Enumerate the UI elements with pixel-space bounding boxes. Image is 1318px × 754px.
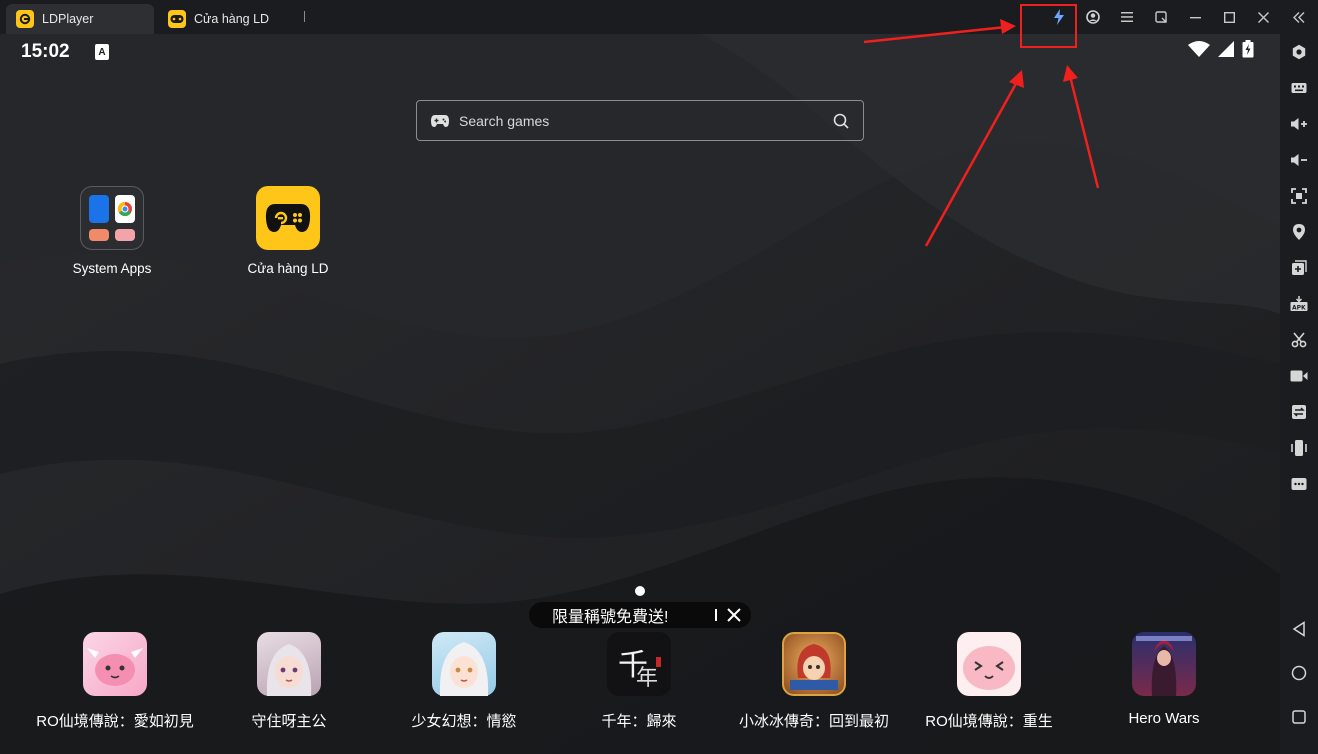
more-icon[interactable] [1289, 474, 1309, 494]
dock-app-label: RO仙境傳說：重生 [925, 713, 1053, 730]
close-icon[interactable] [727, 608, 741, 622]
game-icon [257, 632, 321, 696]
window-controls [1042, 0, 1318, 34]
close-icon[interactable] [1246, 0, 1280, 34]
game-icon [782, 632, 846, 696]
dock-app[interactable]: 小冰冰傳奇：回到最初 [729, 632, 899, 731]
files-app-icon [89, 229, 109, 241]
page-indicator [635, 586, 645, 596]
game-icon: 千年 [607, 632, 671, 696]
promo-divider [715, 609, 717, 621]
app-system-apps[interactable]: System Apps [47, 186, 177, 276]
account-icon[interactable] [1076, 0, 1110, 34]
dock-app-label: 小冰冰傳奇：回到最初 [738, 713, 889, 730]
app-store[interactable]: Cửa hàng LD [223, 186, 353, 276]
store-icon [168, 10, 186, 28]
gamepad-icon [256, 186, 320, 250]
game-icon [957, 632, 1021, 696]
app-label: System Apps [72, 261, 152, 276]
volume-up-icon[interactable] [1289, 114, 1309, 134]
dock-app-label: RO仙境傳說：愛如初見 [36, 713, 194, 730]
battery-icon [1242, 40, 1254, 58]
dock-app[interactable]: Hero Wars [1079, 632, 1249, 727]
chrome-icon [115, 195, 135, 223]
sync-icon[interactable] [1289, 402, 1309, 422]
title-bar: LDPlayer Cửa hàng LD [0, 0, 1318, 34]
settings-app-icon [89, 195, 109, 223]
dock-app[interactable]: RO仙境傳說：愛如初見 [30, 632, 200, 731]
signal-icon [1218, 41, 1234, 57]
volume-down-icon[interactable] [1289, 150, 1309, 170]
recents-icon[interactable] [1289, 707, 1309, 727]
settings-icon[interactable] [1289, 42, 1309, 62]
search-input[interactable]: Search games [459, 113, 833, 129]
dock-app-label: Hero Wars [1128, 710, 1200, 727]
dock-app-label: 少女幻想：情慾 [411, 713, 517, 730]
folder-icon [80, 186, 144, 250]
keyboard-icon[interactable] [1289, 78, 1309, 98]
apk-icon[interactable]: APK [1289, 294, 1309, 314]
svg-text:APK: APK [1292, 305, 1306, 312]
promo-text: 限量稱號免費送! [552, 609, 669, 626]
search-bar[interactable]: Search games [416, 100, 864, 141]
keyboard-indicator-icon: A [95, 44, 109, 60]
dock-app[interactable]: 少女幻想：情慾 [379, 632, 549, 731]
dock-app-label: 守住呀主公 [251, 713, 327, 730]
dock-app[interactable]: RO仙境傳說：重生 [904, 632, 1074, 731]
collapse-icon[interactable] [1280, 0, 1318, 34]
home-icon[interactable] [1289, 663, 1309, 683]
side-toolbar: APK [1280, 34, 1318, 754]
tab-store[interactable]: Cửa hàng LD [158, 4, 298, 34]
status-time: 15:02 [21, 41, 70, 62]
wifi-icon [1188, 41, 1210, 57]
annotation-highlight-box [1020, 4, 1077, 48]
app-label: Cửa hàng LD [247, 261, 329, 276]
back-icon[interactable] [1289, 619, 1309, 639]
tab-label: LDPlayer [42, 12, 94, 26]
record-icon[interactable] [1289, 366, 1309, 386]
promo-banner[interactable]: 限量稱號免費送! [529, 602, 751, 628]
dock-app[interactable]: 守住呀主公 [204, 632, 374, 731]
game-icon [1132, 632, 1196, 696]
maximize-icon[interactable] [1212, 0, 1246, 34]
game-icon [432, 632, 496, 696]
scissors-icon[interactable] [1289, 330, 1309, 350]
svg-text:年: 年 [636, 666, 658, 689]
tab-divider [304, 11, 305, 22]
tab-label: Cửa hàng LD [194, 12, 270, 26]
status-icons [1188, 40, 1254, 58]
dock-app[interactable]: 千年 千年：歸來 [554, 632, 724, 731]
location-icon[interactable] [1289, 222, 1309, 242]
popout-icon[interactable] [1144, 0, 1178, 34]
add-window-icon[interactable] [1289, 258, 1309, 278]
tab-ldplayer[interactable]: LDPlayer [6, 4, 154, 34]
fullscreen-icon[interactable] [1289, 186, 1309, 206]
game-icon [83, 632, 147, 696]
minimize-icon[interactable] [1178, 0, 1212, 34]
menu-icon[interactable] [1110, 0, 1144, 34]
gamepad-icon [431, 114, 449, 127]
ldplayer-icon [16, 10, 34, 28]
gallery-app-icon [115, 229, 135, 241]
shake-icon[interactable] [1289, 438, 1309, 458]
search-icon[interactable] [833, 113, 849, 129]
dock-app-label: 千年：歸來 [601, 713, 677, 730]
